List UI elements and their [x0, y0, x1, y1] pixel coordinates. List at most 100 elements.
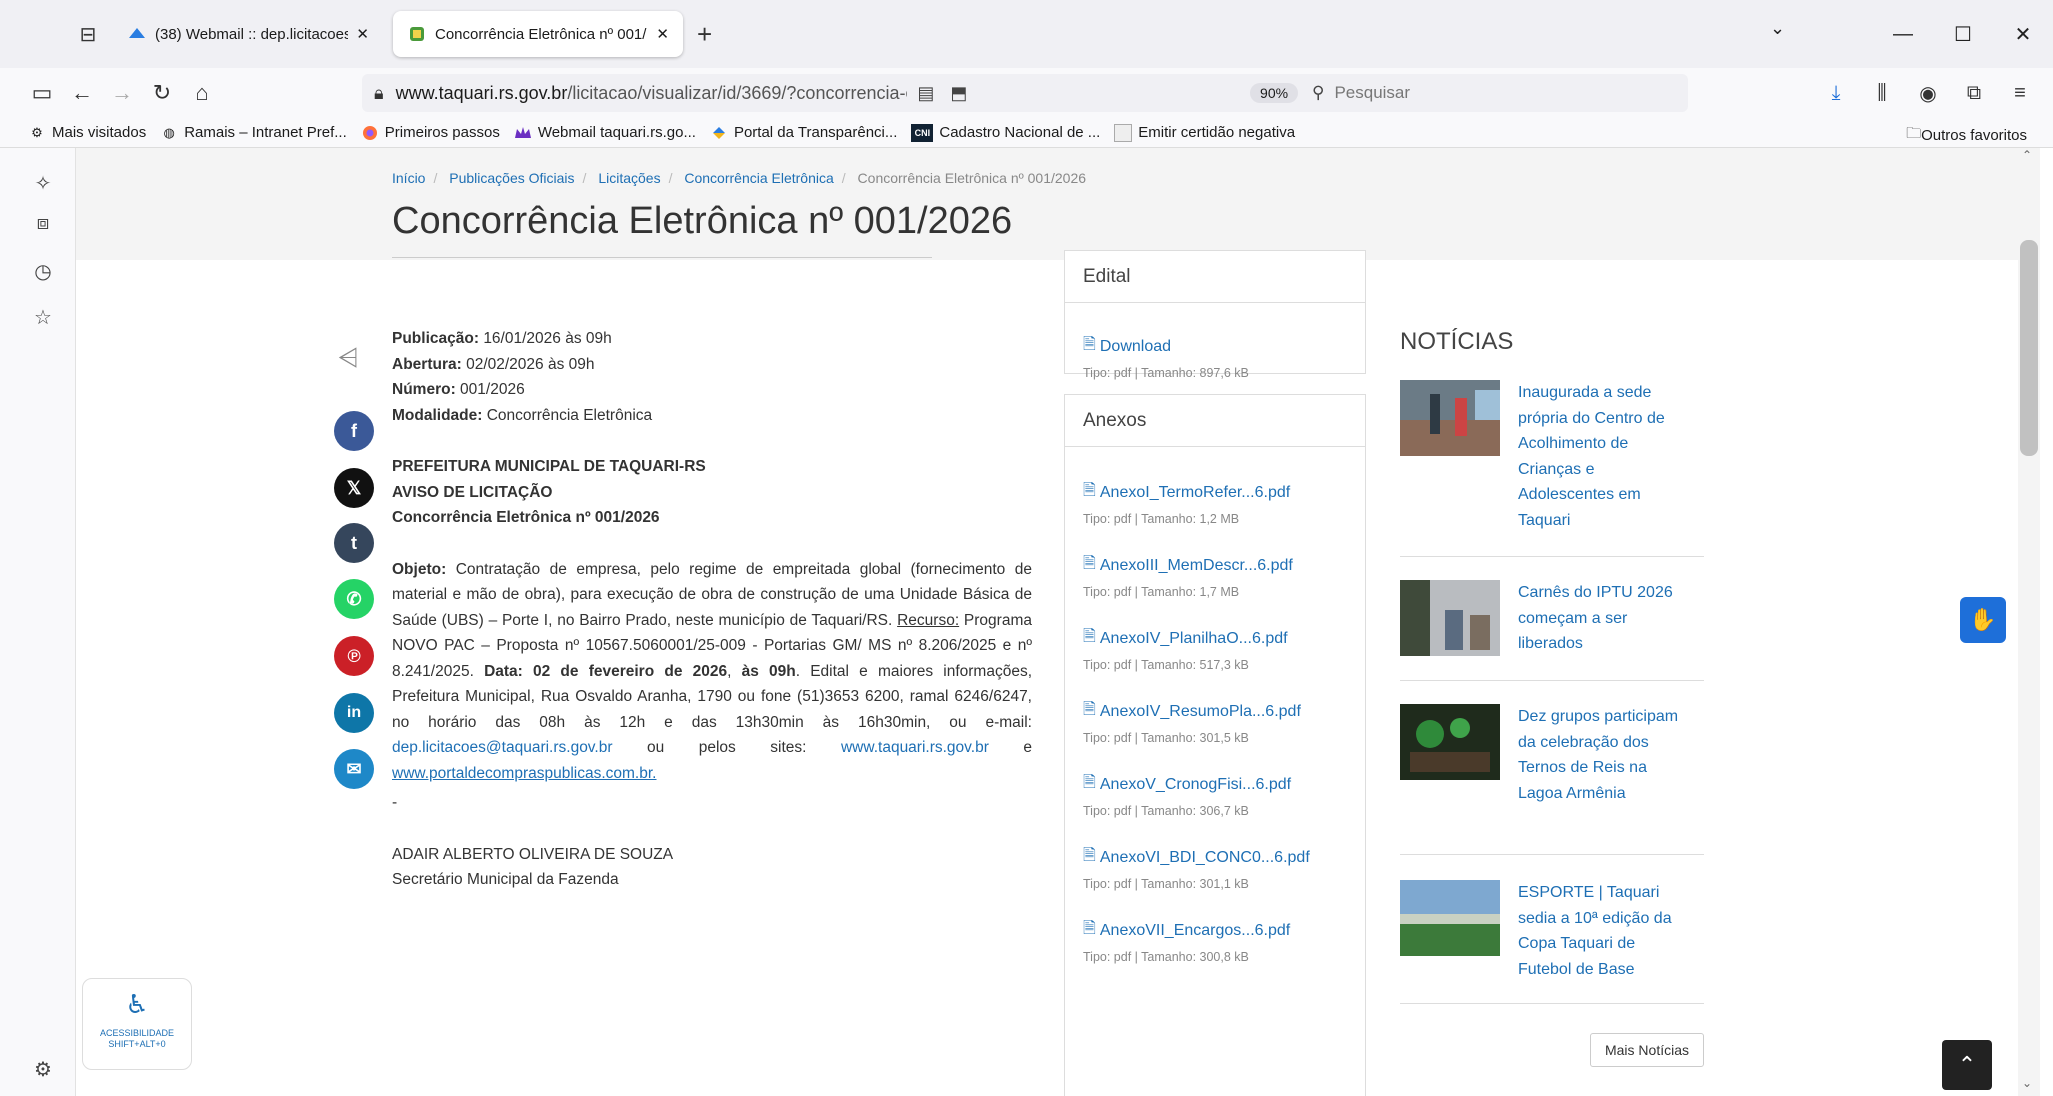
anexo-link[interactable]: 🗎︎ AnexoI_TermoRefer...6.pdf	[1083, 479, 1347, 506]
new-tab-button[interactable]: +	[697, 19, 712, 50]
anexo-link[interactable]: 🗎︎ AnexoIII_MemDescr...6.pdf	[1083, 552, 1347, 579]
sites-text: ou pelos sites:	[612, 739, 841, 756]
anexo-link[interactable]: 🗎︎ AnexoVII_Encargos...6.pdf	[1083, 917, 1347, 944]
tumblr-share-icon[interactable]: t	[334, 523, 374, 563]
account-icon[interactable]: ◉	[1905, 81, 1951, 106]
lock-icon[interactable]: 🔒︎	[374, 83, 384, 104]
breadcrumb-link-inicio[interactable]: Início	[392, 170, 425, 186]
search-input[interactable]: ⚲ Pesquisar	[1298, 74, 1688, 112]
anexo-link[interactable]: 🗎︎ AnexoVI_BDI_CONC0...6.pdf	[1083, 844, 1347, 871]
anexo-link[interactable]: 🗎︎ AnexoV_CronogFisi...6.pdf	[1083, 771, 1347, 798]
edital-panel: Edital 🗎︎ Download Tipo: pdf | Tamanho: 8…	[1064, 250, 1366, 380]
close-tab-icon[interactable]: ✕	[356, 25, 369, 43]
minimize-icon[interactable]: —	[1873, 23, 1933, 46]
other-bookmarks[interactable]: 🗀︎ Outros favoritos	[1906, 123, 2027, 148]
forward-icon[interactable]: →	[102, 80, 142, 106]
scrollbar-thumb[interactable]	[2020, 240, 2038, 456]
news-thumbnail[interactable]	[1400, 704, 1500, 780]
sidebar-toggle-icon[interactable]: ▭	[22, 80, 62, 106]
news-thumbnail[interactable]	[1400, 880, 1500, 956]
news-thumbnail[interactable]	[1400, 580, 1500, 656]
bookmarks-icon[interactable]: ☆	[30, 304, 56, 330]
file-meta: Tipo: pdf | Tamanho: 1,2 MB	[1083, 512, 1240, 526]
share-icon[interactable]: ⩤	[338, 342, 359, 374]
whatsapp-share-icon[interactable]: ✆	[334, 579, 374, 619]
extensions-icon[interactable]: ⧉	[1951, 82, 1997, 105]
breadcrumb-link-concorrencia[interactable]: Concorrência Eletrônica	[684, 170, 833, 186]
back-to-top-button[interactable]: ⌃	[1942, 1040, 1992, 1090]
meta-value: 02/02/2026 às 09h	[466, 355, 595, 373]
news-title-link[interactable]: Inaugurada a sede própria do Centro de A…	[1518, 380, 1688, 533]
breadcrumb-link-publicacoes[interactable]: Publicações Oficiais	[449, 170, 574, 186]
edital-download-link[interactable]: 🗎︎ Download	[1083, 333, 1347, 360]
objeto-label: Objeto:	[392, 560, 447, 578]
address-bar[interactable]: 🔒︎ www.taquari.rs.gov.br /licitacao/visu…	[362, 74, 1342, 112]
anexo-link[interactable]: 🗎︎ AnexoIV_PlanilhaO...6.pdf	[1083, 625, 1347, 652]
anexo-link[interactable]: 🗎︎ AnexoIV_ResumoPla...6.pdf	[1083, 698, 1347, 725]
news-item[interactable]: Dez grupos participam da celebração dos …	[1400, 704, 1704, 834]
linkedin-share-icon[interactable]: in	[334, 693, 374, 733]
news-item[interactable]: ESPORTE | Taquari sedia a 10ª edição da …	[1400, 880, 1704, 990]
bookmark-certidao-negativa[interactable]: Emitir certidão negativa	[1114, 123, 1296, 142]
news-title-link[interactable]: ESPORTE | Taquari sedia a 10ª edição da …	[1518, 880, 1688, 982]
anexo-item: 🗎︎ AnexoVI_BDI_CONC0...6.pdf Tipo: pdf | …	[1065, 818, 1365, 891]
file-meta: Tipo: pdf | Tamanho: 306,7 kB	[1083, 804, 1249, 818]
accessibility-widget[interactable]: ♿︎ ACESSIBILIDADE SHIFT+ALT+0	[82, 978, 192, 1070]
zoom-level[interactable]: 90%	[1250, 83, 1299, 103]
site-link-taquari[interactable]: www.taquari.rs.gov.br	[841, 739, 989, 756]
close-tab-icon[interactable]: ✕	[656, 25, 669, 43]
history-icon[interactable]: ◷	[30, 258, 56, 284]
crown-icon	[514, 124, 532, 142]
bookmark-mais-visitados[interactable]: ⚙ Mais visitados	[28, 124, 146, 142]
downloads-icon[interactable]: ⤓	[1813, 82, 1859, 105]
back-icon[interactable]: ←	[62, 80, 102, 106]
list-all-tabs-icon[interactable]: ⌄	[1770, 18, 1785, 39]
home-icon[interactable]: ⌂	[182, 80, 222, 106]
tab-webmail[interactable]: (38) Webmail :: dep.licitacoes@t ✕	[113, 11, 383, 57]
sign-language-icon[interactable]: ✋	[1960, 597, 2006, 643]
save-page-icon[interactable]: ⬒	[950, 83, 967, 104]
reader-view-icon[interactable]: ▤	[917, 83, 934, 104]
email-share-icon[interactable]: ✉	[334, 749, 374, 789]
signer-name: ADAIR ALBERTO OLIVEIRA DE SOUZA	[392, 845, 674, 863]
facebook-share-icon[interactable]: f	[334, 411, 374, 451]
bookmark-label: Webmail taquari.rs.go...	[537, 124, 696, 141]
bookmark-webmail[interactable]: Webmail taquari.rs.go...	[514, 124, 696, 142]
pdf-icon: 🗎︎	[1083, 628, 1096, 645]
pinterest-share-icon[interactable]: ℗	[334, 636, 374, 676]
close-window-icon[interactable]: ✕	[1993, 22, 2053, 47]
accessibility-label: ACESSIBILIDADE	[99, 1028, 175, 1038]
reload-icon[interactable]: ↻	[142, 80, 182, 106]
scroll-down-icon[interactable]: ⌄	[2022, 1076, 2032, 1090]
tab-concorrencia[interactable]: Concorrência Eletrônica nº 001/ ✕	[393, 11, 683, 57]
news-title-link[interactable]: Carnês do IPTU 2026 começam a ser libera…	[1518, 580, 1688, 657]
bookmark-portal-transparencia[interactable]: Portal da Transparênci...	[710, 124, 897, 142]
bookmark-cadastro-nacional[interactable]: CNI Cadastro Nacional de ...	[911, 123, 1100, 142]
news-item[interactable]: Inaugurada a sede própria do Centro de A…	[1400, 380, 1704, 540]
ai-chatbot-icon[interactable]: ✧	[30, 170, 56, 196]
bookmark-label: Emitir certidão negativa	[1138, 124, 1296, 141]
meta-label: Modalidade:	[392, 406, 483, 424]
menu-icon[interactable]: ≡	[1997, 82, 2043, 105]
scroll-up-icon[interactable]: ⌃	[2022, 148, 2032, 162]
breadcrumb-link-licitacoes[interactable]: Licitações	[598, 170, 660, 186]
news-thumbnail[interactable]	[1400, 380, 1500, 456]
email-link[interactable]: dep.licitacoes@taquari.rs.gov.br	[392, 739, 613, 756]
more-news-button[interactable]: Mais Notícias	[1590, 1033, 1704, 1067]
notice-heading-prefeitura: PREFEITURA MUNICIPAL DE TAQUARI-RS	[392, 458, 706, 475]
news-item[interactable]: Carnês do IPTU 2026 começam a ser libera…	[1400, 580, 1704, 690]
tab-list-icon[interactable]: ⊟	[73, 19, 103, 49]
maximize-icon[interactable]: ☐	[1933, 22, 1993, 47]
synced-tabs-icon[interactable]: ⧈	[30, 210, 56, 236]
bookmark-ramais[interactable]: ◍ Ramais – Intranet Pref...	[160, 124, 347, 142]
window-controls: — ☐ ✕	[1873, 0, 2053, 68]
customize-sidebar-icon[interactable]: ⚙	[30, 1056, 56, 1082]
library-icon[interactable]: ⫼	[1859, 82, 1905, 105]
x-share-icon[interactable]: 𝕏	[334, 468, 374, 508]
news-title-link[interactable]: Dez grupos participam da celebração dos …	[1518, 704, 1688, 806]
anexo-item: 🗎︎ AnexoIV_PlanilhaO...6.pdf Tipo: pdf | …	[1065, 599, 1365, 672]
site-link-portal[interactable]: www.portaldecompraspublicas.com.br.	[392, 765, 656, 782]
bookmark-primeiros-passos[interactable]: Primeiros passos	[361, 124, 500, 142]
licitacao-content: Publicação: 16/01/2026 às 09h Abertura: …	[392, 326, 1032, 893]
anexo-item: 🗎︎ AnexoV_CronogFisi...6.pdf Tipo: pdf | …	[1065, 745, 1365, 818]
